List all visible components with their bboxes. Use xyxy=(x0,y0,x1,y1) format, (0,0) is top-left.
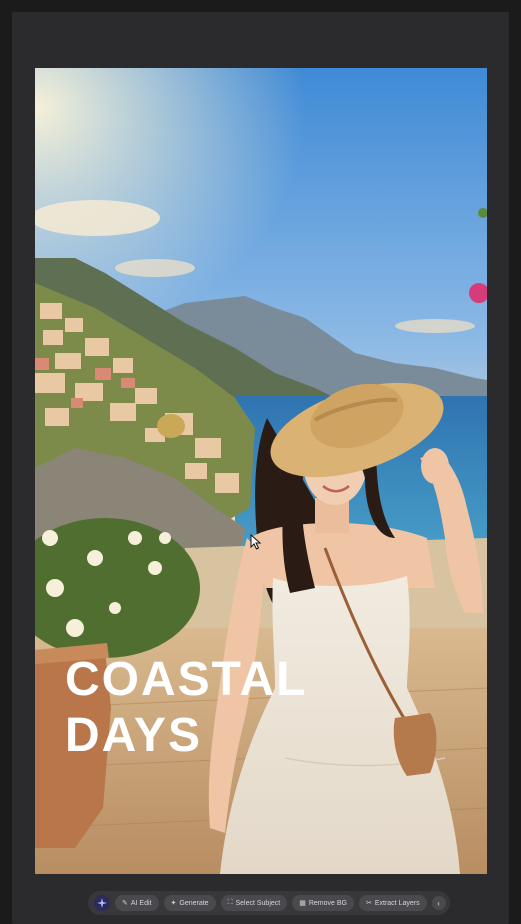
generate-button[interactable]: ✦ Generate xyxy=(163,895,216,911)
ai-edit-button[interactable]: ✎ AI Edit xyxy=(115,895,159,911)
mouse-cursor-icon xyxy=(250,534,262,550)
remove-bg-button[interactable]: ▦ Remove BG xyxy=(292,895,354,911)
poster-headline: COASTAL DAYS xyxy=(65,652,307,764)
sparkle-logo-glyph xyxy=(97,898,107,908)
select-subject-label: Select Subject xyxy=(235,899,281,907)
ai-toolbar: ✎ AI Edit ✦ Generate ⛶ Select Subject ▦ … xyxy=(88,891,450,915)
headline-line-1: COASTAL xyxy=(65,653,308,706)
magic-wand-icon: ✎ xyxy=(122,900,128,907)
remove-bg-icon: ▦ xyxy=(299,900,306,907)
select-subject-icon: ⛶ xyxy=(227,899,233,906)
chevron-left-icon[interactable]: ‹ xyxy=(431,896,446,910)
ai-edit-label: AI Edit xyxy=(130,899,152,907)
extract-layers-button[interactable]: ✂ Extract Layers xyxy=(358,895,427,911)
remove-bg-label: Remove BG xyxy=(308,899,347,907)
generate-label: Generate xyxy=(179,899,209,907)
sparkle-logo-icon[interactable] xyxy=(94,895,110,911)
layers-icon: ✂ xyxy=(365,900,372,907)
image-canvas[interactable]: COASTAL DAYS xyxy=(35,68,487,874)
headline-line-2: DAYS xyxy=(65,709,202,762)
select-subject-button[interactable]: ⛶ Select Subject xyxy=(220,895,288,911)
sparkle-icon: ✦ xyxy=(170,900,177,907)
extract-layers-label: Extract Layers xyxy=(374,899,420,907)
